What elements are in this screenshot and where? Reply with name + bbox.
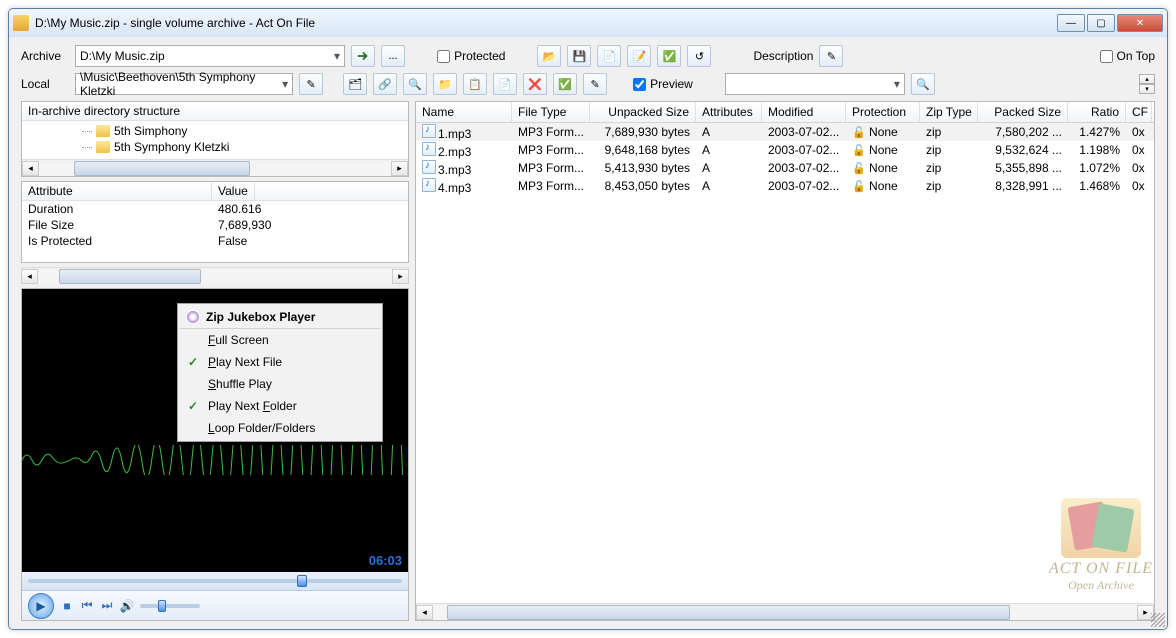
local-apply-button[interactable]: ✎ — [299, 73, 323, 95]
grid-header: Name File Type Unpacked Size Attributes … — [416, 102, 1154, 123]
lb-icon-7[interactable]: ❌ — [523, 73, 547, 95]
player-panel: 06:03 Zip Jukebox Player Full Screen✓Pla… — [21, 288, 409, 621]
table-row[interactable]: 1.mp3MP3 Form...7,689,930 bytesA2003-07-… — [416, 123, 1154, 141]
attributes-panel: Attribute Value Duration480.616File Size… — [21, 181, 409, 263]
grid-hscroll[interactable]: ◂▸ — [416, 603, 1154, 620]
col-ratio[interactable]: Ratio — [1068, 102, 1126, 122]
close-button[interactable]: ✕ — [1117, 14, 1163, 32]
lb-icon-4[interactable]: 📁 — [433, 73, 457, 95]
context-menu: Zip Jukebox Player Full Screen✓Play Next… — [177, 303, 383, 442]
archive-path-combo[interactable]: D:\My Music.zip — [75, 45, 345, 67]
lb-icon-2[interactable]: 🔗 — [373, 73, 397, 95]
context-menu-item[interactable]: ✓Play Next Folder — [180, 395, 380, 417]
tree-hscroll[interactable]: ◂▸ — [22, 159, 408, 176]
tree-item[interactable]: 5th Symphony Kletzki — [24, 139, 406, 155]
local-label: Local — [21, 77, 69, 91]
local-path-combo[interactable]: \Music\Beethoven\5th Symphony Kletzki — [75, 73, 293, 95]
description-edit-button[interactable]: ✎ — [819, 45, 843, 67]
mp3-icon — [422, 178, 436, 192]
attr-hscroll[interactable]: ◂▸ — [21, 267, 409, 284]
playback-time: 06:03 — [369, 553, 402, 568]
lock-open-icon: 🔓 — [852, 163, 866, 175]
volume-icon[interactable]: 🔊 — [120, 599, 134, 613]
tb-icon-6[interactable]: ↺ — [687, 45, 711, 67]
next-button[interactable]: ⏭ — [100, 599, 114, 613]
titlebar[interactable]: D:\My Music.zip - single volume archive … — [9, 9, 1167, 37]
cd-icon — [186, 310, 200, 324]
tree-panel: In-archive directory structure 5th Simph… — [21, 101, 409, 177]
mp3-icon — [422, 142, 436, 156]
col-modified[interactable]: Modified — [762, 102, 846, 122]
maximize-button[interactable]: ▢ — [1087, 14, 1115, 32]
attr-col-2[interactable]: Value — [212, 182, 255, 200]
prev-button[interactable]: ⏮ — [80, 599, 94, 613]
description-label: Description — [753, 49, 813, 63]
table-row[interactable]: 4.mp3MP3 Form...8,453,050 bytesA2003-07-… — [416, 177, 1154, 195]
col-name[interactable]: Name — [416, 102, 512, 122]
lb-icon-5[interactable]: 📋 — [463, 73, 487, 95]
context-menu-title: Zip Jukebox Player — [180, 306, 380, 329]
folder-icon — [96, 141, 110, 153]
context-menu-item[interactable]: Loop Folder/Folders — [180, 417, 380, 439]
spinner[interactable]: ▴▾ — [1139, 74, 1155, 94]
lb-icon-9[interactable]: ✎ — [583, 73, 607, 95]
col-attr[interactable]: Attributes — [696, 102, 762, 122]
app-window: D:\My Music.zip - single volume archive … — [8, 8, 1168, 630]
table-row[interactable]: 3.mp3MP3 Form...5,413,930 bytesA2003-07-… — [416, 159, 1154, 177]
col-protection[interactable]: Protection — [846, 102, 920, 122]
seek-bar[interactable] — [22, 572, 408, 590]
preview-checkbox[interactable]: Preview — [633, 77, 693, 91]
context-menu-item[interactable]: ✓Play Next File — [180, 351, 380, 373]
col-packed[interactable]: Packed Size — [978, 102, 1068, 122]
tb-icon-2[interactable]: 💾 — [567, 45, 591, 67]
filter-apply-button[interactable]: 🔍 — [911, 73, 935, 95]
browse-button[interactable]: ... — [381, 45, 405, 67]
go-button[interactable] — [351, 45, 375, 67]
protected-checkbox[interactable]: Protected — [437, 49, 505, 63]
lb-icon-3[interactable]: 🔍 — [403, 73, 427, 95]
lock-open-icon: 🔓 — [852, 127, 866, 139]
player-controls: ▶ ■ ⏮ ⏭ 🔊 — [22, 590, 408, 620]
context-menu-item[interactable]: Full Screen — [180, 329, 380, 351]
minimize-button[interactable]: — — [1057, 14, 1085, 32]
filter-combo[interactable] — [725, 73, 905, 95]
volume-slider[interactable] — [140, 604, 200, 608]
col-unpacked[interactable]: Unpacked Size — [590, 102, 696, 122]
attr-row[interactable]: File Size7,689,930 — [22, 217, 408, 233]
mp3-icon — [422, 160, 436, 174]
attr-row[interactable]: Is ProtectedFalse — [22, 233, 408, 249]
tb-icon-1[interactable]: 📂 — [537, 45, 561, 67]
tb-icon-5[interactable]: ✅ — [657, 45, 681, 67]
lb-icon-6[interactable]: 📄 — [493, 73, 517, 95]
file-grid: Name File Type Unpacked Size Attributes … — [415, 101, 1155, 621]
window-title: D:\My Music.zip - single volume archive … — [35, 16, 1057, 30]
col-ziptype[interactable]: Zip Type — [920, 102, 978, 122]
tb-icon-3[interactable]: 📄 — [597, 45, 621, 67]
context-menu-item[interactable]: Shuffle Play — [180, 373, 380, 395]
play-button[interactable]: ▶ — [28, 593, 54, 619]
col-cf[interactable]: CF — [1126, 102, 1152, 122]
tree-item[interactable]: 5th Simphony — [24, 123, 406, 139]
lock-open-icon: 🔓 — [852, 181, 866, 193]
visualizer[interactable]: 06:03 Zip Jukebox Player Full Screen✓Pla… — [22, 289, 408, 572]
attr-col-1[interactable]: Attribute — [22, 182, 212, 200]
lb-icon-8[interactable]: ✅ — [553, 73, 577, 95]
archive-path-text: D:\My Music.zip — [80, 49, 165, 63]
app-icon — [13, 15, 29, 31]
table-row[interactable]: 2.mp3MP3 Form...9,648,168 bytesA2003-07-… — [416, 141, 1154, 159]
tree-body[interactable]: 5th Simphony 5th Symphony Kletzki — [22, 121, 408, 159]
archive-label: Archive — [21, 49, 69, 63]
tree-header: In-archive directory structure — [22, 102, 408, 121]
tb-icon-4[interactable]: 📝 — [627, 45, 651, 67]
mp3-icon — [422, 124, 436, 138]
resize-grip[interactable] — [1151, 613, 1165, 627]
ontop-checkbox[interactable]: On Top — [1100, 49, 1155, 63]
lb-icon-1[interactable]: 🗂 — [343, 73, 367, 95]
stop-button[interactable]: ■ — [60, 599, 74, 613]
lock-open-icon: 🔓 — [852, 145, 866, 157]
col-filetype[interactable]: File Type — [512, 102, 590, 122]
attr-row[interactable]: Duration480.616 — [22, 201, 408, 217]
local-path-text: \Music\Beethoven\5th Symphony Kletzki — [80, 70, 272, 98]
folder-icon — [96, 125, 110, 137]
